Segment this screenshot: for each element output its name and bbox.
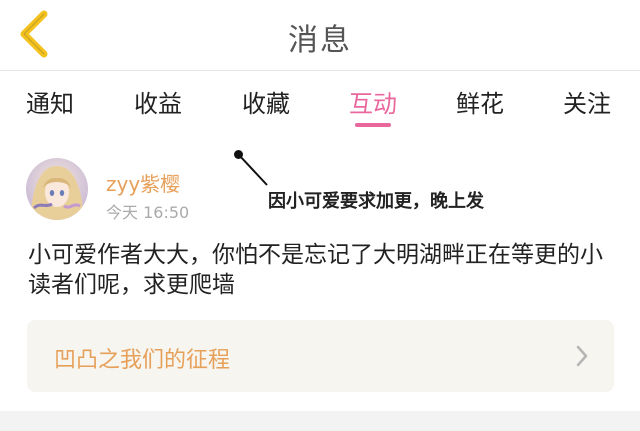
author-reply-annotation: 因小可爱要求加更，晚上发 (268, 191, 484, 212)
tab-favorites[interactable]: 收藏 (242, 84, 290, 119)
header-bar: 消息 (0, 0, 640, 71)
active-tab-indicator (355, 123, 391, 127)
sender-username[interactable]: zyy紫樱 (106, 168, 180, 197)
page-title: 消息 (288, 23, 352, 58)
annotation-pointer-line (238, 154, 268, 186)
chevron-right-icon (576, 345, 588, 367)
tab-bar: 通知 收益 收藏 互动 鲜花 关注 (0, 71, 640, 131)
work-card[interactable]: 凹凸之我们的征程 (27, 320, 614, 392)
tab-interactions[interactable]: 互动 (349, 84, 397, 119)
tab-notifications[interactable]: 通知 (26, 84, 74, 119)
message-body: 小可爱作者大大，你怕不是忘记了大明湖畔正在等更的小读者们呢，求更爬墙 (28, 242, 603, 298)
messages-screen: 消息 通知 收益 收藏 互动 鲜花 关注 zyy紫樱 今天 16:50 因小可爱… (0, 0, 640, 431)
tab-earnings[interactable]: 收益 (134, 84, 182, 119)
tab-flowers[interactable]: 鲜花 (456, 84, 504, 119)
work-title: 凹凸之我们的征程 (54, 348, 231, 373)
avatar[interactable] (26, 158, 88, 220)
section-divider (0, 411, 640, 431)
message-timestamp: 今天 16:50 (106, 203, 190, 222)
tab-following[interactable]: 关注 (563, 84, 611, 119)
